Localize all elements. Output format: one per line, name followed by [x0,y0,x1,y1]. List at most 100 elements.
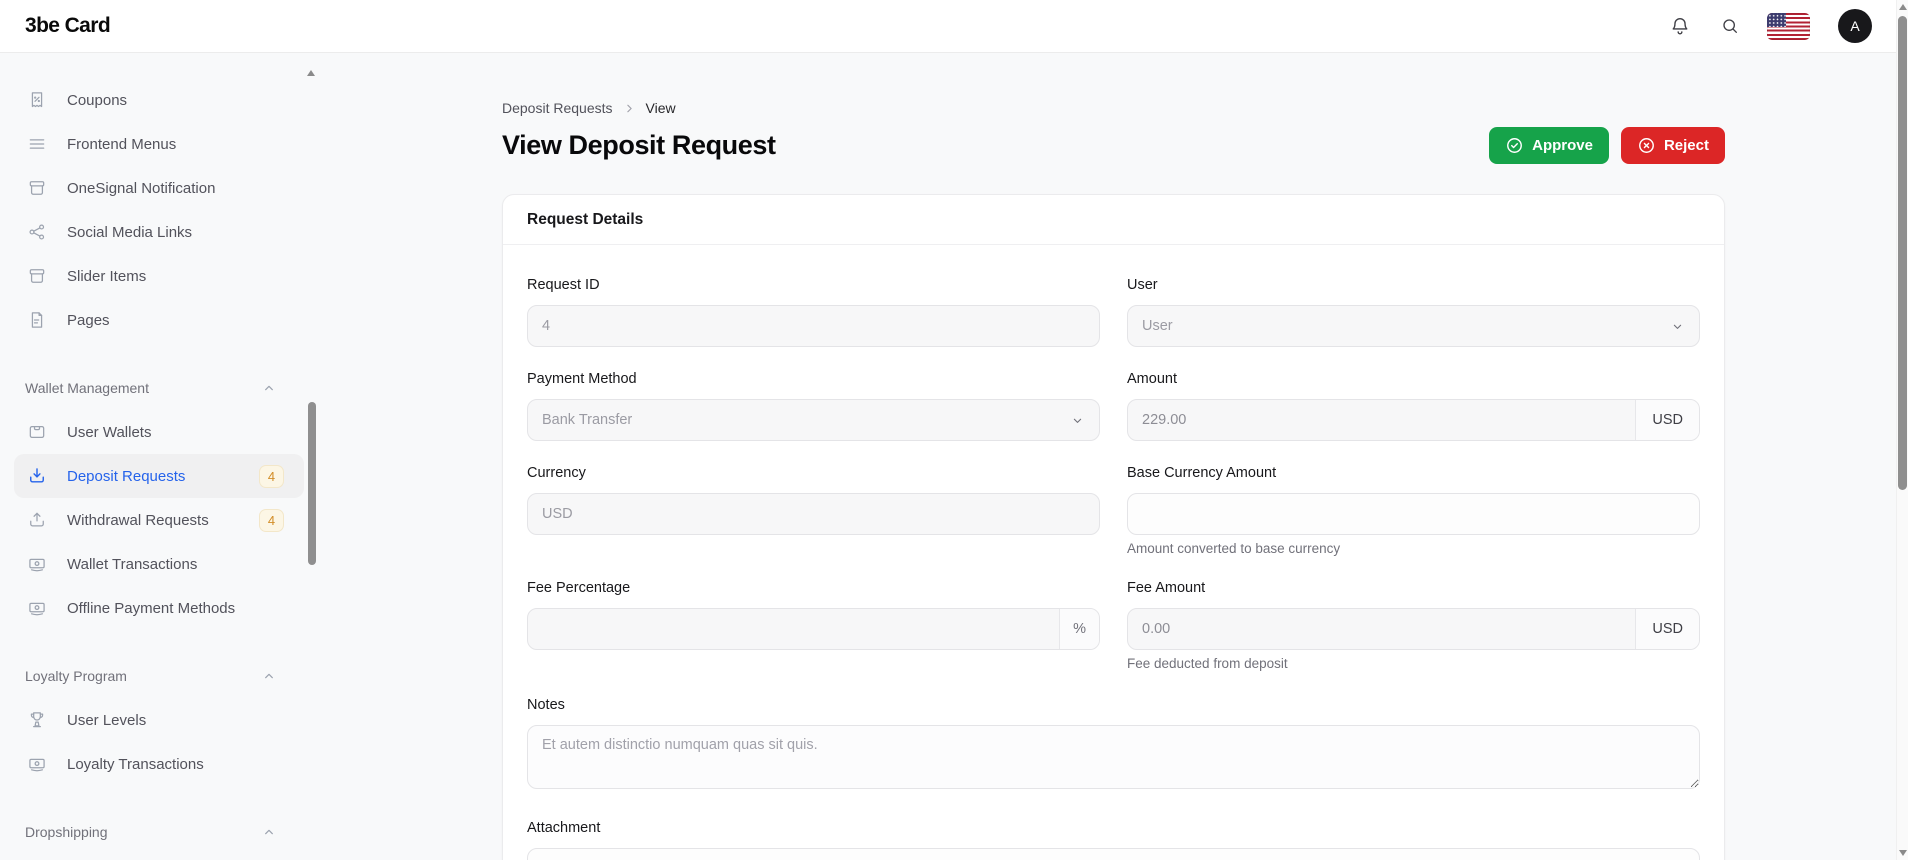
fee-percentage-input[interactable] [528,609,1060,649]
sidebar-item-deposit-requests[interactable]: Deposit Requests 4 [14,454,304,498]
banknote-icon [27,598,47,618]
amount-input[interactable] [1128,400,1636,440]
app-logo[interactable]: 3be Card [25,14,111,38]
sidebar-item-withdrawal-requests[interactable]: Withdrawal Requests 4 [14,498,304,542]
field-request-id: Request ID [527,277,1100,347]
section-title: Loyalty Program [25,668,127,684]
banknote-icon [27,754,47,774]
fee-amount-input-group: USD [1127,608,1700,650]
sidebar-scroll-up-arrow[interactable] [307,70,315,76]
sidebar-item-social-media-links[interactable]: Social Media Links [14,210,304,254]
user-select-value: User [1142,318,1173,334]
field-label: User [1127,277,1158,293]
approve-label: Approve [1532,137,1593,154]
language-flag-us[interactable] [1767,12,1810,40]
sidebar-item-label: User Levels [67,711,147,729]
check-circle-icon [1507,138,1523,153]
helper-text: Fee deducted from deposit [1127,656,1288,671]
main-content: Deposit Requests View View Deposit Reque… [318,53,1896,860]
fee-amount-input[interactable] [1128,609,1636,649]
scroll-up-arrow[interactable] [1899,4,1907,10]
share-icon [27,222,47,242]
sidebar-item-onesignal-notification[interactable]: OneSignal Notification [14,166,304,210]
sidebar-scrollbar-thumb[interactable] [308,402,316,565]
field-label: Request ID [527,277,600,293]
base-currency-amount-input[interactable] [1127,493,1700,535]
archive-icon [27,178,47,198]
sidebar-item-label: Loyalty Transactions [67,755,204,773]
chevron-right-icon [626,104,632,112]
field-label: Payment Method [527,371,637,387]
field-label: Amount [1127,371,1177,387]
sidebar-item-label: Frontend Menus [67,135,177,153]
field-base-currency-amount: Base Currency Amount Amount converted to… [1127,465,1700,556]
sidebar-item-label: Wallet Transactions [67,555,198,573]
notifications-bell-icon[interactable] [1669,15,1691,37]
sidebar-item-user-levels[interactable]: User Levels [14,698,304,742]
sidebar-item-pages[interactable]: Pages [14,298,304,342]
field-label: Currency [527,465,586,481]
sidebar-item-wallet-transactions[interactable]: Wallet Transactions [14,542,304,586]
sidebar-item-coupons[interactable]: Coupons [14,78,304,122]
reject-label: Reject [1663,137,1709,154]
user-avatar[interactable]: A [1838,9,1872,43]
chevron-down-icon [1073,418,1082,423]
sidebar-section-wallet-management[interactable]: Wallet Management [0,366,318,410]
menu-icon [27,134,47,154]
field-fee-amount: Fee Amount USD Fee deducted from deposit [1127,580,1700,671]
page-title: View Deposit Request [502,130,776,160]
approve-button[interactable]: Approve [1489,127,1609,164]
chevron-up-icon [261,824,277,840]
fee-percentage-input-group: % [527,608,1100,650]
breadcrumb-current: View [645,100,676,116]
sidebar-item-frontend-menus[interactable]: Frontend Menus [14,122,304,166]
chevron-up-icon [261,380,277,396]
payment-method-value: Bank Transfer [542,412,633,428]
section-title: Wallet Management [25,380,149,396]
request-id-input[interactable] [527,305,1100,347]
sidebar-section-dropshipping[interactable]: Dropshipping [0,810,318,854]
percent-addon: % [1059,609,1099,649]
flag-canton [1767,12,1786,28]
field-label: Notes [527,697,565,713]
trophy-icon [27,710,47,730]
sidebar-item-label: OneSignal Notification [67,179,216,197]
breadcrumb-parent[interactable]: Deposit Requests [502,100,613,116]
document-icon [27,310,47,330]
field-fee-percentage: Fee Percentage % [527,580,1100,671]
page-scrollbar[interactable] [1896,0,1908,860]
breadcrumb: Deposit Requests View [502,100,1725,116]
x-circle-icon [1639,138,1654,153]
attachment-input[interactable] [527,848,1700,860]
sidebar-item-offline-payment-methods[interactable]: Offline Payment Methods [14,586,304,630]
field-notes: Notes Et autem distinctio numquam quas s… [527,697,1700,794]
reject-button[interactable]: Reject [1620,127,1725,164]
sidebar-item-label: User Wallets [67,423,152,441]
app-header: 3be Card A [0,0,1908,53]
field-label: Fee Percentage [527,580,631,596]
sidebar-item-label: Pages [67,311,110,329]
card-title: Request Details [503,195,1724,245]
amount-input-group: USD [1127,399,1700,441]
page-scrollbar-thumb[interactable] [1898,16,1907,490]
fee-currency-addon: USD [1635,609,1699,649]
coupon-icon [27,90,47,110]
count-badge: 4 [259,508,284,532]
user-select[interactable]: User [1127,305,1700,347]
scroll-down-arrow[interactable] [1899,850,1907,856]
sidebar-item-slider-items[interactable]: Slider Items [14,254,304,298]
field-label: Base Currency Amount [1127,465,1277,481]
payment-method-select[interactable]: Bank Transfer [527,399,1100,441]
field-label: Attachment [527,820,601,836]
sidebar-item-label: Slider Items [67,267,147,285]
sidebar-item-label: Deposit Requests [67,467,186,485]
search-icon[interactable] [1719,15,1741,37]
sidebar-item-label: Social Media Links [67,223,193,241]
notes-textarea[interactable]: Et autem distinctio numquam quas sit qui… [527,725,1700,789]
sidebar-item-label: Withdrawal Requests [67,511,209,529]
sidebar-section-loyalty-program[interactable]: Loyalty Program [0,654,318,698]
currency-input[interactable] [527,493,1100,535]
sidebar-item-user-wallets[interactable]: User Wallets [14,410,304,454]
sidebar-item-loyalty-transactions[interactable]: Loyalty Transactions [14,742,304,786]
field-attachment: Attachment [527,820,1700,860]
